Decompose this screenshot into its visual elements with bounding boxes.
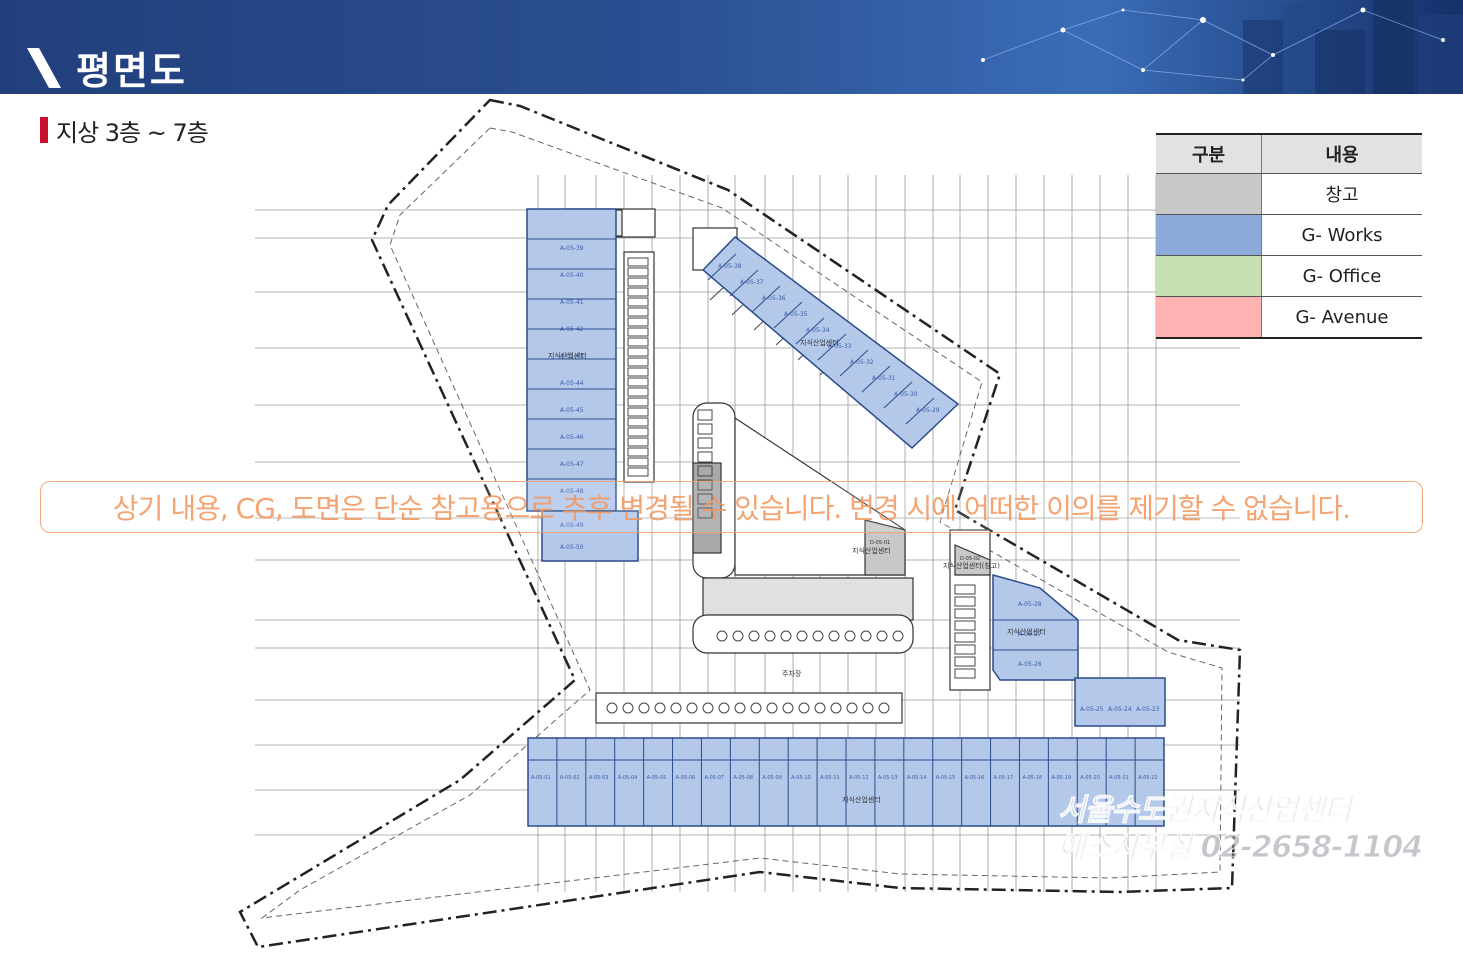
center-label-east: 지식산업센터 — [1007, 627, 1046, 636]
legend-label-storage: 창고 — [1261, 173, 1422, 215]
legend-label-works: G- Works — [1261, 214, 1422, 256]
unit-label: A-05-47 — [560, 461, 584, 468]
unit-label: A-05-19 — [1051, 775, 1071, 781]
center-label-south: 지식산업센터 — [842, 795, 881, 804]
unit-label: A-05-26 — [1018, 661, 1042, 668]
center-label-diagonal: 지식산업센터 — [800, 338, 839, 347]
unit-label: A-05-17 — [994, 775, 1014, 781]
unit-label: A-05-34 — [806, 327, 830, 334]
watermark-line-2: 에스사무실 02-2658-1104 — [1057, 830, 1423, 866]
unit-label: A-05-07 — [704, 775, 724, 781]
storage-label-2: D-05-02 — [960, 556, 980, 562]
unit-label: A-05-11 — [820, 775, 840, 781]
unit-label: A-05-29 — [916, 407, 940, 414]
unit-label: A-05-12 — [849, 775, 869, 781]
unit-label: A-05-50 — [560, 544, 584, 551]
unit-label: A-05-08 — [733, 775, 753, 781]
center-label-storage-east: 지식산업센터(창고) — [943, 561, 1000, 570]
unit-label: A-05-28 — [1018, 601, 1042, 608]
unit-label: A-05-22 — [1138, 775, 1158, 781]
legend-swatch-avenue — [1156, 296, 1262, 339]
parking-label: 주차장 — [782, 669, 802, 678]
legend-swatch-office — [1156, 255, 1262, 297]
unit-label: A-05-13 — [878, 775, 898, 781]
unit-label: A-05-35 — [784, 311, 808, 318]
unit-label: A-05-16 — [965, 775, 985, 781]
disclaimer-notice: 상기 내용, CG, 도면은 단순 참고용으로 추후 변경될 수 있습니다. 변… — [40, 481, 1423, 533]
unit-label: A-05-30 — [894, 391, 918, 398]
unit-label: A-05-01 — [531, 775, 551, 781]
unit-label: A-05-31 — [872, 375, 896, 382]
legend-swatch-storage — [1156, 173, 1262, 215]
center-label-storage-west: 지식산업센터 — [852, 546, 891, 555]
unit-label: A-05-14 — [907, 775, 927, 781]
unit-label: A-05-15 — [936, 775, 956, 781]
unit-label: A-05-05 — [647, 775, 667, 781]
unit-label: A-05-36 — [762, 295, 786, 302]
unit-label: A-05-09 — [762, 775, 782, 781]
header-banner: 평면도 — [0, 0, 1463, 94]
unit-label: A-05-41 — [560, 299, 584, 306]
unit-label: A-05-06 — [676, 775, 696, 781]
unit-label: A-05-37 — [740, 279, 764, 286]
unit-label: A-05-45 — [560, 407, 584, 414]
legend-header-content: 내용 — [1261, 133, 1422, 174]
unit-label: A-05-24 — [1108, 706, 1132, 713]
unit-label: A-05-18 — [1022, 775, 1042, 781]
unit-label: A-05-10 — [791, 775, 811, 781]
legend-label-office: G- Office — [1261, 255, 1422, 297]
unit-label: A-05-23 — [1136, 706, 1160, 713]
southeast-wing — [1074, 677, 1166, 727]
unit-label: A-05-38 — [718, 263, 742, 270]
unit-label: A-05-42 — [560, 326, 584, 333]
unit-label: A-05-21 — [1109, 775, 1129, 781]
network-decoration-icon — [981, 0, 1463, 94]
storage-label-1: D-05-01 — [870, 540, 890, 546]
unit-label: A-05-32 — [850, 359, 874, 366]
legend-swatch-works — [1156, 214, 1262, 256]
parking-stall-line — [709, 285, 726, 301]
unit-label: A-05-03 — [589, 775, 609, 781]
legend-label-avenue: G- Avenue — [1261, 296, 1422, 339]
unit-label: A-05-39 — [560, 245, 584, 252]
unit-label: A-05-04 — [618, 775, 638, 781]
unit-label: A-05-40 — [560, 272, 584, 279]
unit-label: A-05-02 — [560, 775, 580, 781]
unit-label: A-05-46 — [560, 434, 584, 441]
chevron-icon — [27, 48, 61, 88]
legend-table: 구분 내용 창고 G- Works G- Office G- Avenue — [1156, 133, 1422, 339]
unit-label: A-05-44 — [560, 380, 584, 387]
page-title: 평면도 — [76, 49, 187, 93]
legend-header-category: 구분 — [1156, 133, 1262, 174]
center-label-west: 지식산업센터 — [548, 351, 587, 360]
unit-label: A-05-20 — [1080, 775, 1100, 781]
unit-label: A-05-25 — [1080, 706, 1104, 713]
